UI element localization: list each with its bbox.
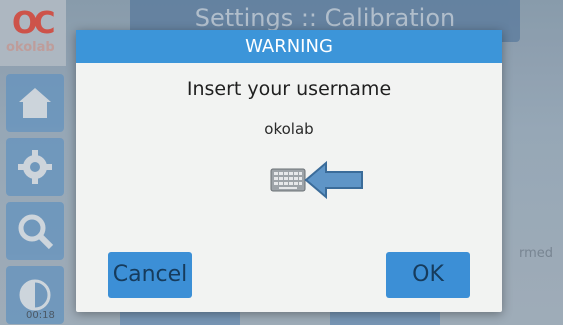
username-field[interactable]: okolab <box>76 120 502 138</box>
device-screen: OC okolab Settings :: Calibration rmed 0… <box>0 0 563 325</box>
keyboard-button[interactable] <box>270 166 306 194</box>
warning-dialog: WARNING Insert your username okolab Canc <box>76 30 502 312</box>
ok-button[interactable]: OK <box>386 252 470 298</box>
dialog-title: WARNING <box>76 30 502 63</box>
cancel-button[interactable]: Cancel <box>108 252 192 298</box>
keyboard-icon <box>270 168 306 192</box>
dialog-prompt: Insert your username <box>186 78 392 100</box>
arrow-left-icon <box>304 160 363 200</box>
